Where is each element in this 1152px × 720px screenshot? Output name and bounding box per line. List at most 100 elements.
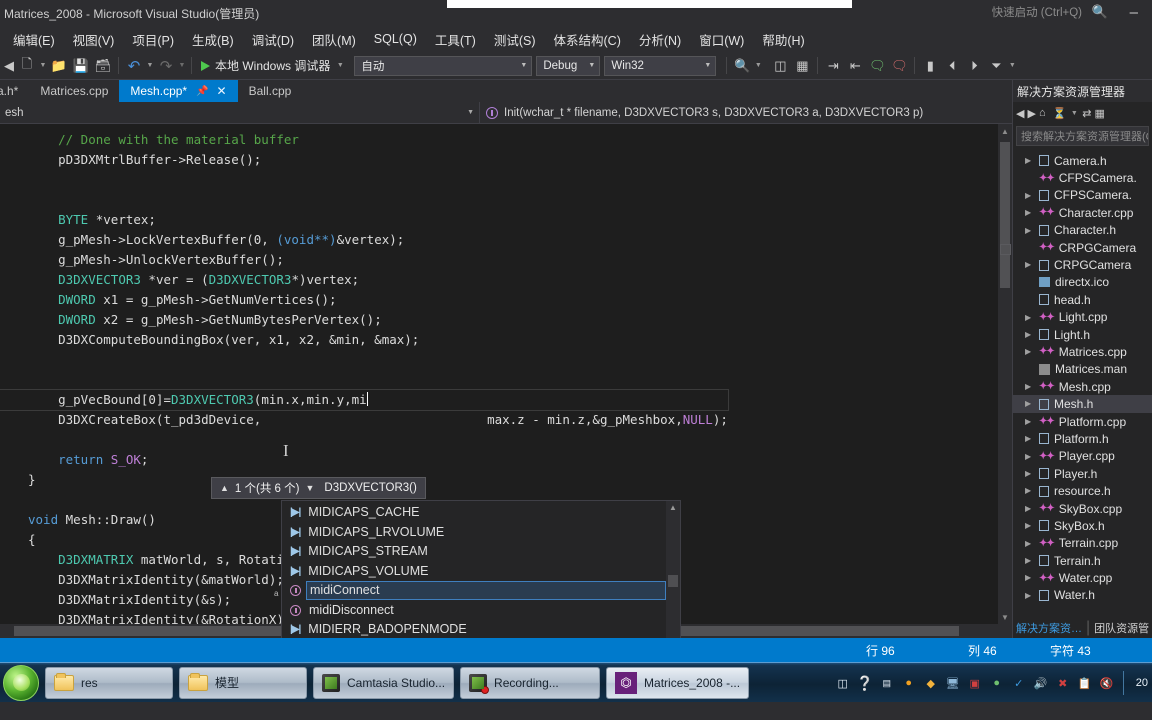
tree-item-row[interactable]: Character.h: [1013, 222, 1152, 239]
taskbar-clock[interactable]: 20: [1132, 677, 1148, 689]
tree-item[interactable]: head.h: [1013, 291, 1152, 308]
solution-explorer-search-input[interactable]: 搜索解决方案资源管理器(C: [1016, 126, 1149, 146]
menu-item-edit[interactable]: 编辑(E): [4, 27, 64, 52]
start-orb-icon[interactable]: [3, 664, 39, 701]
bookmark-clear-icon[interactable]: ⏷: [985, 55, 1007, 77]
expand-chevron-icon[interactable]: ▶: [1025, 382, 1031, 391]
completion-item[interactable]: |▶| MIDICAPS_STREAM: [282, 542, 666, 562]
completion-item[interactable]: |▶| MIDIERR_BADOPENMODE: [282, 620, 666, 638]
solution-explorer-tree[interactable]: ▶ Camera.h ✦✦ CFPSCamera. ▶ CFPSCamera. ▶ ✦✦ Cha…: [1013, 148, 1152, 618]
expand-chevron-icon[interactable]: ▶: [1025, 521, 1031, 530]
tree-item-row[interactable]: ✦✦ Player.cpp: [1013, 448, 1152, 465]
tree-item[interactable]: ✦✦ CRPGCamera: [1013, 239, 1152, 256]
outdent-icon[interactable]: ⇤: [844, 55, 866, 77]
start-debugging-button[interactable]: 本地 Windows 调试器 ▼: [196, 57, 350, 74]
sync-icon[interactable]: ⇄: [1082, 107, 1091, 120]
code-editor-surface[interactable]: // Done with the material buffer pD3DXMt…: [0, 124, 1012, 638]
taskbar-button-visual-studio[interactable]: ⏣ Matrices_2008 -...: [606, 666, 750, 699]
tree-item[interactable]: ▶ Light.h: [1013, 326, 1152, 343]
shield-icon[interactable]: ◆: [923, 675, 939, 691]
tab-solution-explorer[interactable]: 解决方案资…: [1016, 620, 1082, 636]
tree-item-row[interactable]: ✦✦ Matrices.cpp: [1013, 343, 1152, 360]
tree-item-row[interactable]: Mesh.h: [1013, 395, 1152, 413]
back-icon[interactable]: ◀: [1016, 107, 1024, 120]
properties-icon[interactable]: ▦: [791, 55, 813, 77]
scroll-up-icon[interactable]: ▲: [998, 124, 1012, 138]
expand-chevron-icon[interactable]: ▶: [1025, 399, 1031, 408]
chevron-down-icon[interactable]: ▼: [1069, 110, 1079, 117]
menu-item-window[interactable]: 窗口(W): [690, 27, 753, 52]
menu-item-team[interactable]: 团队(M): [303, 27, 365, 52]
completion-scroll-thumb[interactable]: [668, 575, 678, 587]
close-icon[interactable]: ✕: [217, 84, 227, 98]
app-blue-icon[interactable]: ✓: [1011, 675, 1027, 691]
expand-chevron-icon[interactable]: ▶: [1025, 539, 1031, 548]
app-orange-icon[interactable]: ●: [901, 675, 917, 691]
scroll-up-icon[interactable]: ▲: [666, 501, 680, 514]
tab-team-explorer[interactable]: 团队资源管: [1094, 620, 1149, 636]
tree-item[interactable]: ▶ ✦✦ Water.cpp: [1013, 569, 1152, 586]
tree-item[interactable]: ▶ ✦✦ Terrain.cpp: [1013, 535, 1152, 552]
tree-item[interactable]: ▶ Water.h: [1013, 587, 1152, 604]
tree-item-row[interactable]: ✦✦ Terrain.cpp: [1013, 535, 1152, 552]
tree-item[interactable]: ▶ Platform.h: [1013, 430, 1152, 447]
properties-icon[interactable]: ▦: [1095, 107, 1105, 120]
tree-item[interactable]: ▶ ✦✦ SkyBox.cpp: [1013, 500, 1152, 517]
error-icon[interactable]: ✖: [1055, 675, 1071, 691]
scroll-down-icon[interactable]: ▼: [998, 610, 1012, 624]
expand-chevron-icon[interactable]: ▶: [1025, 486, 1031, 495]
tree-item-row[interactable]: Light.h: [1013, 326, 1152, 343]
pin-icon[interactable]: 📌: [196, 86, 208, 97]
completion-item[interactable]: |▶| MIDICAPS_CACHE: [282, 503, 666, 523]
new-project-icon[interactable]: 🗋: [16, 55, 38, 77]
vertical-scroll-thumb[interactable]: [1000, 142, 1010, 288]
navigation-scope-combo[interactable]: esh ▼: [0, 101, 480, 124]
undo-chevron-down-icon[interactable]: ▼: [145, 62, 155, 69]
tree-item[interactable]: ▶ resource.h: [1013, 482, 1152, 499]
tree-item-row[interactable]: ✦✦ Mesh.cpp: [1013, 378, 1152, 395]
taskbar-button-camtasia[interactable]: Camtasia Studio...: [313, 666, 455, 699]
menu-item-view[interactable]: 视图(V): [64, 27, 124, 52]
split-view-icon[interactable]: [1000, 244, 1011, 255]
expand-chevron-icon[interactable]: ▶: [1025, 347, 1031, 356]
menu-item-sql[interactable]: SQL(Q): [365, 29, 426, 49]
taskbar-button-model[interactable]: 模型: [179, 666, 307, 699]
expand-chevron-icon[interactable]: ▶: [1025, 556, 1031, 565]
tree-item-row[interactable]: ✦✦ SkyBox.cpp: [1013, 500, 1152, 517]
tree-item-row[interactable]: Camera.h: [1013, 152, 1152, 169]
bookmark-icon[interactable]: ▮: [919, 55, 941, 77]
signature-down-arrow-icon[interactable]: ▼: [305, 483, 314, 493]
tree-item[interactable]: ▶ Camera.h: [1013, 152, 1152, 169]
app-green-icon[interactable]: ●: [989, 675, 1005, 691]
menu-item-analyze[interactable]: 分析(N): [630, 27, 690, 52]
completion-item[interactable]: |▶| MIDICAPS_LRVOLUME: [282, 523, 666, 543]
expand-chevron-icon[interactable]: ▶: [1025, 226, 1031, 235]
expand-chevron-icon[interactable]: ▶: [1025, 191, 1031, 200]
tree-item[interactable]: ▶ ✦✦ Character.cpp: [1013, 204, 1152, 221]
save-icon[interactable]: 💾: [70, 55, 92, 77]
tree-item[interactable]: ✦✦ CFPSCamera.: [1013, 169, 1152, 186]
tree-item-row[interactable]: resource.h: [1013, 482, 1152, 499]
volume-icon[interactable]: 🔊: [1033, 675, 1049, 691]
intellisense-completion-list[interactable]: |▶| MIDICAPS_CACHE |▶| MIDICAPS_LRVOLUME |▶|…: [274, 500, 681, 638]
tree-item-row[interactable]: ✦✦ Light.cpp: [1013, 309, 1152, 326]
tree-item-row[interactable]: ✦✦ Character.cpp: [1013, 204, 1152, 221]
expand-chevron-icon[interactable]: ▶: [1025, 591, 1031, 600]
tree-item[interactable]: ▶ Terrain.h: [1013, 552, 1152, 569]
tree-item[interactable]: Matrices.man: [1013, 361, 1152, 378]
tree-item[interactable]: ▶ Mesh.h: [1013, 395, 1152, 413]
tree-item-row[interactable]: Player.h: [1013, 465, 1152, 482]
tree-item[interactable]: directx.ico: [1013, 274, 1152, 291]
help-icon[interactable]: ❔: [856, 675, 873, 691]
overflow-icon[interactable]: ▤: [879, 675, 895, 691]
platform-combo[interactable]: Win32 ▼: [604, 55, 717, 76]
editor-vertical-scrollbar[interactable]: ▲ ▼: [998, 124, 1012, 638]
indent-icon[interactable]: ⇥: [822, 55, 844, 77]
tree-item[interactable]: ▶ ✦✦ Player.cpp: [1013, 448, 1152, 465]
expand-chevron-icon[interactable]: ▶: [1025, 504, 1031, 513]
tree-item-row[interactable]: ✦✦ CRPGCamera: [1013, 239, 1152, 256]
tree-item-row[interactable]: ✦✦ CFPSCamera.: [1013, 169, 1152, 186]
show-desktop-icon[interactable]: ◫: [835, 675, 851, 691]
tree-item[interactable]: ▶ ✦✦ Mesh.cpp: [1013, 378, 1152, 395]
completion-item[interactable]: midiDisconnect: [282, 601, 666, 621]
